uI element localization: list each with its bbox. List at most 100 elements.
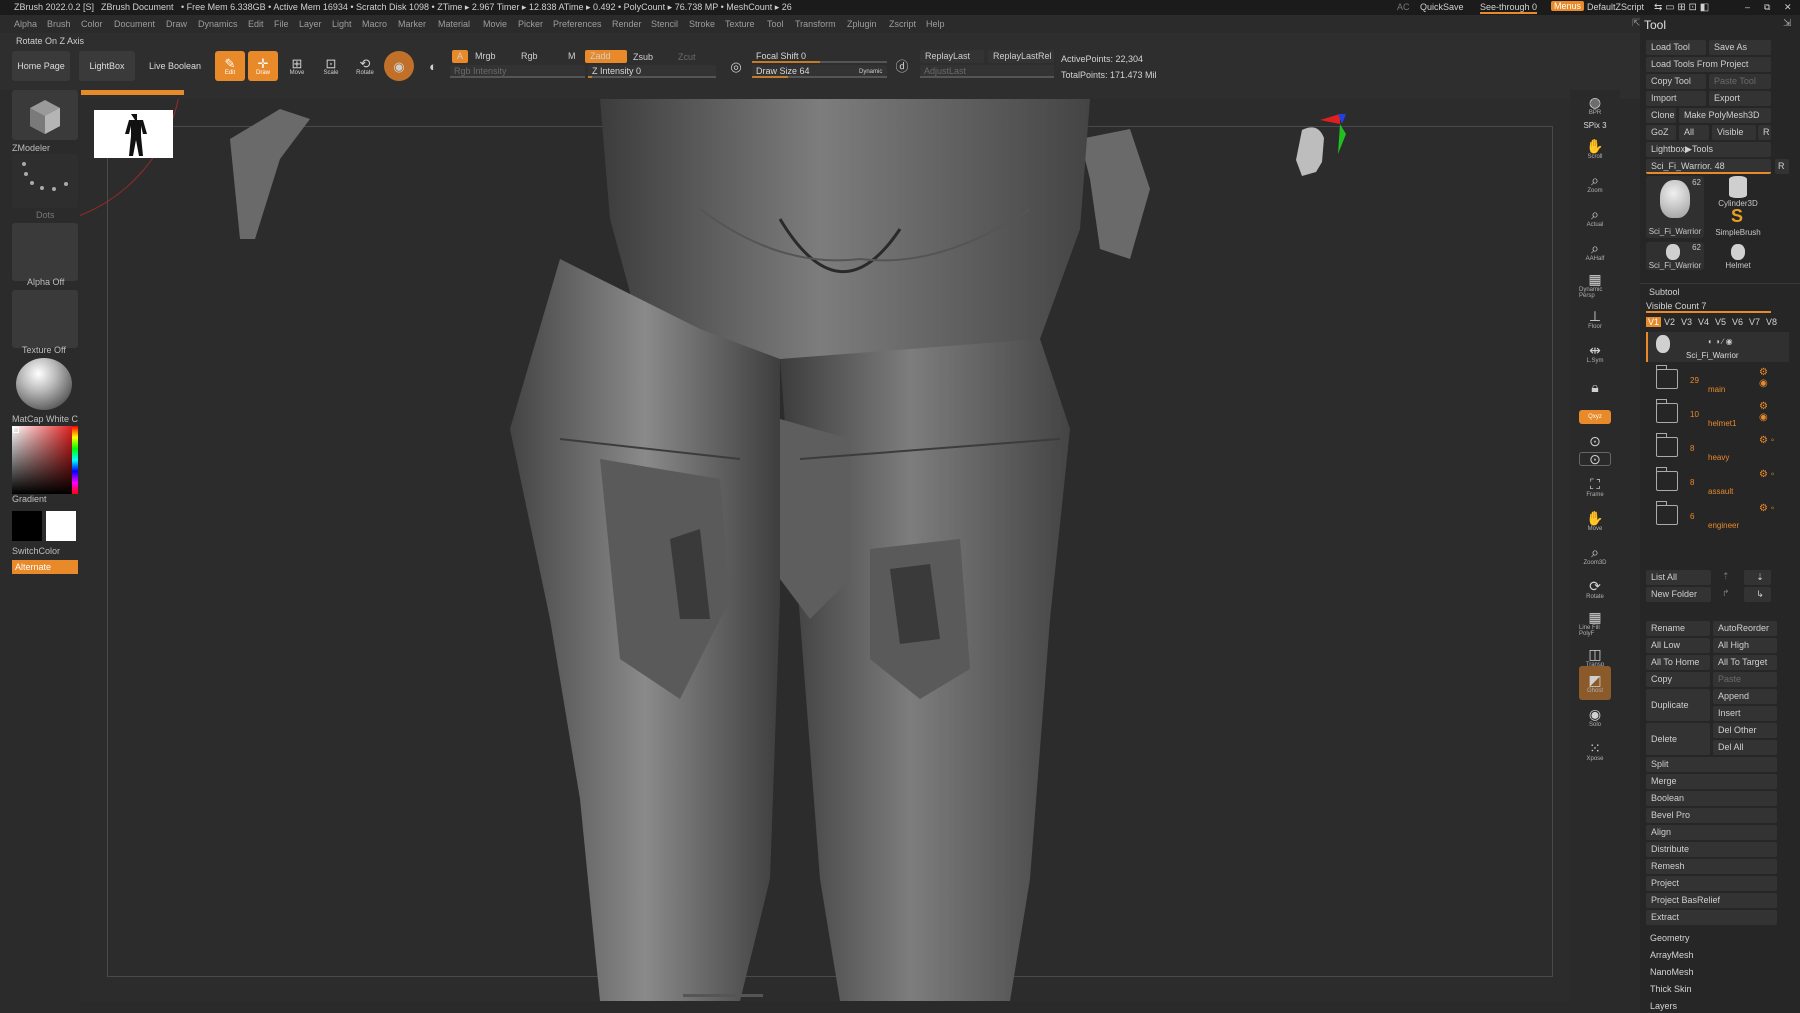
nanomesh-section[interactable]: NanoMesh xyxy=(1650,967,1694,977)
menu-zscript[interactable]: Zscript xyxy=(889,19,916,29)
zoom-button[interactable]: ⌕ Zoom xyxy=(1579,168,1611,198)
tool-thumb-sci-fi-warrior-2[interactable]: 62 Sci_Fi_Warrior xyxy=(1646,242,1704,270)
rgb-intensity-slider[interactable]: Rgb Intensity xyxy=(450,65,585,78)
load-tool-button[interactable]: Load Tool xyxy=(1646,40,1706,55)
draw-button[interactable]: ✛ Draw xyxy=(248,51,278,81)
rgb-toggle[interactable]: Rgb xyxy=(516,50,543,63)
load-tools-from-project-button[interactable]: Load Tools From Project xyxy=(1646,57,1771,72)
a-toggle[interactable]: A xyxy=(452,50,469,63)
menu-layer[interactable]: Layer xyxy=(299,19,322,29)
edit-button[interactable]: ✎ Edit xyxy=(215,51,245,81)
menu-document[interactable]: Document xyxy=(114,19,155,29)
copy-subtool-button[interactable]: Copy xyxy=(1646,672,1710,687)
version-tab-v3[interactable]: V3 xyxy=(1681,317,1692,327)
home-page-button[interactable]: Home Page xyxy=(12,51,70,81)
del-all-button[interactable]: Del All xyxy=(1713,740,1777,755)
canvas-scroll-handle[interactable] xyxy=(683,994,763,997)
tool-thumb-cylinder3d[interactable]: Cylinder3D xyxy=(1709,176,1767,208)
gear-icon[interactable]: ⚙ ◉ xyxy=(1759,367,1776,389)
thick-skin-section[interactable]: Thick Skin xyxy=(1650,984,1692,994)
color-cursor[interactable] xyxy=(13,427,19,433)
version-tab-v2[interactable]: V2 xyxy=(1664,317,1675,327)
canvas-viewport[interactable] xyxy=(80,99,1570,1001)
matcap-thumb[interactable] xyxy=(12,358,78,412)
del-other-button[interactable]: Del Other xyxy=(1713,723,1777,738)
m-toggle[interactable]: M xyxy=(563,50,581,63)
switchcolor-button[interactable]: SwitchColor xyxy=(12,546,60,556)
rotate-view-button[interactable]: ⟳ Rotate xyxy=(1579,574,1611,604)
delete-button[interactable]: Delete xyxy=(1646,723,1710,755)
replay-last-button[interactable]: ReplayLast xyxy=(920,50,984,63)
remesh-button[interactable]: Remesh xyxy=(1646,859,1777,874)
polyf-button[interactable]: ▦ Line Fill PolyF xyxy=(1579,608,1611,638)
hue-strip[interactable] xyxy=(72,426,78,494)
menu-movie[interactable]: Movie xyxy=(483,19,507,29)
secondary-color-swatch[interactable] xyxy=(46,511,76,541)
layers-section[interactable]: Layers xyxy=(1650,1001,1677,1011)
axis-ring-icon[interactable]: ⊙ xyxy=(1579,433,1611,448)
bevel-pro-button[interactable]: Bevel Pro xyxy=(1646,808,1777,823)
quicksave-button[interactable]: QuickSave xyxy=(1420,2,1464,12)
move-view-button[interactable]: ✋ Move xyxy=(1579,506,1611,536)
lightbox-tools-button[interactable]: Lightbox▶Tools xyxy=(1646,142,1771,157)
subtool-folder-assault[interactable]: 8 assault ⚙ ◦ xyxy=(1646,467,1776,499)
subtool-toggle-icons[interactable]: ◐ ◑ ∕ ◉ xyxy=(1708,337,1733,346)
menu-render[interactable]: Render xyxy=(612,19,642,29)
menu-color[interactable]: Color xyxy=(81,19,103,29)
tool-thumb-simplebrush[interactable]: S SimpleBrush xyxy=(1709,206,1767,238)
minimize-icon[interactable]: – xyxy=(1745,2,1750,12)
current-tool-r-button[interactable]: R xyxy=(1775,159,1789,174)
zsub-toggle[interactable]: Zsub xyxy=(628,51,658,64)
insert-button[interactable]: Insert xyxy=(1713,706,1777,721)
subtool-folder-engineer[interactable]: 6 engineer ⚙ ◦ xyxy=(1646,501,1776,533)
geometry-section[interactable]: Geometry xyxy=(1650,933,1690,943)
version-tab-v8[interactable]: V8 xyxy=(1766,317,1777,327)
goz-visible-button[interactable]: Visible xyxy=(1712,125,1756,140)
extract-button[interactable]: Extract xyxy=(1646,910,1777,925)
menu-help[interactable]: Help xyxy=(926,19,945,29)
version-tab-v6[interactable]: V6 xyxy=(1732,317,1743,327)
menu-draw[interactable]: Draw xyxy=(166,19,187,29)
menu-light[interactable]: Light xyxy=(332,19,352,29)
replay-last-rel-button[interactable]: ReplayLastRel xyxy=(988,50,1054,63)
main-color-swatch[interactable] xyxy=(12,511,42,541)
clone-button[interactable]: Clone xyxy=(1646,108,1676,123)
export-button[interactable]: Export xyxy=(1709,91,1771,106)
z-intensity-slider[interactable]: Z Intensity 0 xyxy=(588,65,716,78)
rotate-button[interactable]: ⟲ Rotate xyxy=(350,51,380,81)
stroke-sphere-button[interactable]: ◐ xyxy=(418,51,448,81)
visible-count-slider[interactable]: Visible Count 7 xyxy=(1646,301,1771,313)
restore-icon[interactable]: ⧉ xyxy=(1764,2,1770,13)
live-boolean-button[interactable]: Live Boolean xyxy=(144,51,206,81)
focal-shift-slider[interactable]: Focal Shift 0 xyxy=(752,50,887,63)
focal-shift-icon[interactable]: ◎ xyxy=(724,51,748,81)
subtool-folder-helmet1[interactable]: 10 helmet1 ⚙ ◉ xyxy=(1646,399,1776,431)
subtool-folder-main[interactable]: 29 main ⚙ ◉ xyxy=(1646,365,1776,397)
version-tab-v5[interactable]: V5 xyxy=(1715,317,1726,327)
menu-picker[interactable]: Picker xyxy=(518,19,543,29)
alpha-thumb[interactable] xyxy=(12,223,78,281)
replay-icon[interactable]: ⓓ xyxy=(890,51,914,81)
frame-button[interactable]: ⛶ Frame xyxy=(1579,472,1611,502)
import-button[interactable]: Import xyxy=(1646,91,1706,106)
copy-tool-button[interactable]: Copy Tool xyxy=(1646,74,1706,89)
close-icon[interactable]: ✕ xyxy=(1784,2,1792,13)
panel-collapse-icon[interactable]: ⇱ xyxy=(1632,18,1640,29)
tool-thumb-sci-fi-warrior[interactable]: 62 Sci_Fi_Warrior xyxy=(1646,176,1704,238)
project-basrelief-button[interactable]: Project BasRelief xyxy=(1646,893,1777,908)
panel-dock-icon[interactable]: ⇲ xyxy=(1783,18,1791,29)
stroke-dots-thumb[interactable] xyxy=(12,154,78,208)
menu-marker[interactable]: Marker xyxy=(398,19,426,29)
paste-tool-button[interactable]: Paste Tool xyxy=(1709,74,1771,89)
axis-ring-2-icon[interactable]: ⊙ xyxy=(1579,451,1611,466)
default-zscript-button[interactable]: DefaultZScript xyxy=(1587,2,1644,12)
current-tool-slider[interactable]: Sci_Fi_Warrior. 48 xyxy=(1646,159,1771,174)
menu-material[interactable]: Material xyxy=(438,19,470,29)
arrow-up-icon[interactable]: ⇡ xyxy=(1722,571,1730,582)
spix-slider[interactable]: SPix 3 xyxy=(1579,118,1611,132)
goz-all-button[interactable]: All xyxy=(1679,125,1709,140)
menu-stroke[interactable]: Stroke xyxy=(689,19,715,29)
duplicate-button[interactable]: Duplicate xyxy=(1646,689,1710,721)
scroll-button[interactable]: ✋ Scroll xyxy=(1579,134,1611,164)
arrow-down-button[interactable]: ⇣ xyxy=(1744,570,1771,585)
